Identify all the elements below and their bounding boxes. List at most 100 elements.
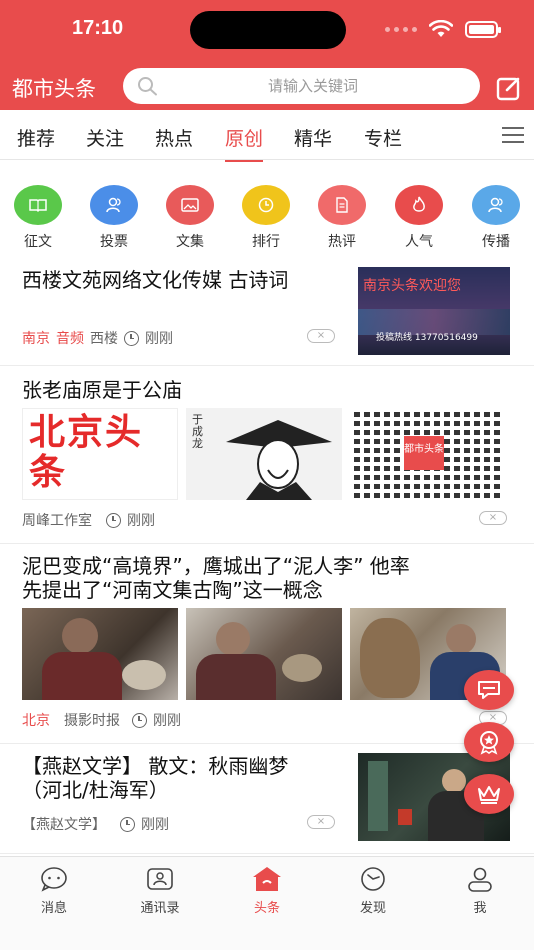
- medal-icon: [480, 731, 498, 755]
- users-icon: [472, 185, 520, 225]
- search-bar[interactable]: [123, 68, 480, 104]
- tab-follow[interactable]: 关注: [86, 124, 124, 151]
- channel-tabs: 推荐 关注 热点 原创 精华 专栏: [0, 112, 534, 162]
- category-label: 传播: [482, 234, 510, 250]
- article-item[interactable]: 【燕赵文学】 散文：秋雨幽梦 （河北/杜海军） 【燕赵文学】 刚刚 ×: [0, 744, 534, 854]
- nav-messages[interactable]: 消息: [14, 865, 94, 916]
- app-title: 都市头条: [12, 77, 96, 101]
- category-row: 征文 投票 文集 排行 热评 人气 传播: [0, 180, 534, 252]
- dislike-button[interactable]: ×: [307, 815, 335, 829]
- article-image: 都市头条: [350, 408, 506, 500]
- category-label: 排行: [252, 234, 280, 250]
- article-item[interactable]: 张老庙原是于公庙 北京头条 于成龙 都市头条 周峰工作室 刚刚 ×: [0, 366, 534, 544]
- tab-featured[interactable]: 精华: [294, 124, 332, 151]
- dislike-button[interactable]: ×: [479, 511, 507, 525]
- article-title-line: 先提出了“河南文集古陶”这一概念: [22, 578, 323, 602]
- tab-recommend[interactable]: 推荐: [17, 124, 55, 151]
- nav-label: 头条: [253, 901, 280, 916]
- article-time: 刚刚: [145, 331, 173, 347]
- category-spread[interactable]: 传播: [466, 180, 526, 251]
- status-time: 17:10: [72, 17, 124, 39]
- contacts-icon: [147, 868, 173, 890]
- article-tag[interactable]: 音频: [56, 328, 84, 348]
- article-image: 北京头条: [22, 408, 178, 500]
- search-icon: [138, 77, 157, 96]
- chat-float-button[interactable]: [464, 670, 514, 710]
- tab-column[interactable]: 专栏: [364, 124, 402, 151]
- nav-discover[interactable]: 发现: [333, 865, 413, 916]
- cellular-signal-icon: [385, 26, 417, 32]
- nav-label: 发现: [359, 901, 386, 916]
- chat-bubble-icon: [478, 681, 500, 699]
- nav-me[interactable]: 我: [440, 865, 520, 916]
- category-label: 文集: [176, 234, 204, 250]
- clock-icon: [132, 712, 147, 728]
- article-time: 刚刚: [127, 513, 155, 529]
- article-meta: 【燕赵文学】 刚刚: [22, 814, 169, 834]
- dislike-button[interactable]: ×: [307, 329, 335, 343]
- image-icon: [166, 185, 214, 225]
- category-popular[interactable]: 人气: [389, 180, 449, 251]
- nav-label: 消息: [40, 901, 67, 916]
- users-icon: [90, 185, 138, 225]
- category-hot-comments[interactable]: 热评: [312, 180, 372, 251]
- article-title-line: 【燕赵文学】 散文：秋雨幽梦: [22, 754, 289, 778]
- article-item[interactable]: 西楼文苑网络文化传媒 古诗词 南京 音频 西楼 刚刚 × 南京头条欢迎您 投稿热…: [0, 258, 534, 366]
- nav-label: 通讯录: [140, 901, 180, 916]
- article-item[interactable]: 泥巴变成“高境界”，鹰城出了“泥人李” 他率 先提出了“河南文集古陶”这一概念 …: [0, 544, 534, 744]
- clock-icon: [242, 185, 290, 225]
- thumbnail-caption: 南京头条欢迎您: [363, 278, 461, 294]
- thumbnail-hotline: 投稿热线 13770516499: [376, 333, 478, 343]
- nav-headlines[interactable]: 头条: [227, 865, 307, 916]
- article-meta: 北京 摄影时报 刚刚: [22, 710, 181, 730]
- profile-icon: [468, 867, 492, 892]
- category-collection[interactable]: 文集: [160, 180, 220, 251]
- article-meta: 南京 音频 西楼 刚刚: [22, 328, 173, 348]
- crown-icon: [478, 786, 500, 804]
- book-icon: [14, 185, 62, 225]
- bottom-nav: 消息 通讯录 头条 发现 我: [0, 856, 534, 950]
- category-essay[interactable]: 征文: [8, 180, 68, 251]
- category-label: 热评: [328, 234, 356, 250]
- article-author[interactable]: 周峰工作室: [22, 510, 92, 530]
- clock-icon: [124, 330, 139, 346]
- category-vote[interactable]: 投票: [84, 180, 144, 251]
- search-input[interactable]: [163, 68, 463, 104]
- app-header: 17:10 都市头条: [0, 0, 534, 110]
- menu-icon[interactable]: [502, 127, 524, 145]
- article-time: 刚刚: [141, 817, 169, 833]
- article-title: 张老庙原是于公庙: [22, 378, 182, 402]
- article-thumbnail: 南京头条欢迎您 投稿热线 13770516499: [358, 267, 510, 355]
- flame-icon: [395, 185, 443, 225]
- clock-icon: [106, 512, 121, 528]
- article-time: 刚刚: [153, 713, 181, 729]
- article-tag[interactable]: 南京: [22, 328, 50, 348]
- compass-icon: [361, 867, 385, 891]
- chat-icon: [41, 867, 67, 892]
- article-image: 于成龙: [186, 408, 342, 500]
- wifi-icon: [429, 20, 453, 37]
- compose-icon[interactable]: [495, 74, 523, 102]
- article-author[interactable]: 西楼: [90, 328, 118, 348]
- article-author[interactable]: 【燕赵文学】: [22, 814, 106, 834]
- crown-float-button[interactable]: [464, 774, 514, 814]
- article-tag[interactable]: 北京: [22, 710, 50, 730]
- home-icon: [253, 867, 281, 891]
- article-title-line: 泥巴变成“高境界”，鹰城出了“泥人李” 他率: [22, 554, 410, 578]
- article-title: 西楼文苑网络文化传媒 古诗词: [22, 268, 289, 292]
- nav-label: 我: [473, 901, 487, 916]
- tab-original[interactable]: 原创: [225, 124, 264, 162]
- image-logo-text: 北京头条: [29, 412, 144, 493]
- image-caption: 于成龙: [192, 413, 203, 450]
- nav-contacts[interactable]: 通讯录: [120, 865, 200, 916]
- tab-hot[interactable]: 热点: [155, 124, 193, 151]
- category-label: 投票: [100, 234, 128, 250]
- category-ranking[interactable]: 排行: [236, 180, 296, 251]
- article-title-line: （河北/杜海军）: [22, 778, 169, 802]
- badge-float-button[interactable]: [464, 722, 514, 762]
- category-label: 人气: [405, 234, 433, 250]
- clock-icon: [120, 816, 135, 832]
- article-author[interactable]: 摄影时报: [64, 710, 120, 730]
- document-icon: [318, 185, 366, 225]
- article-image: [22, 608, 178, 700]
